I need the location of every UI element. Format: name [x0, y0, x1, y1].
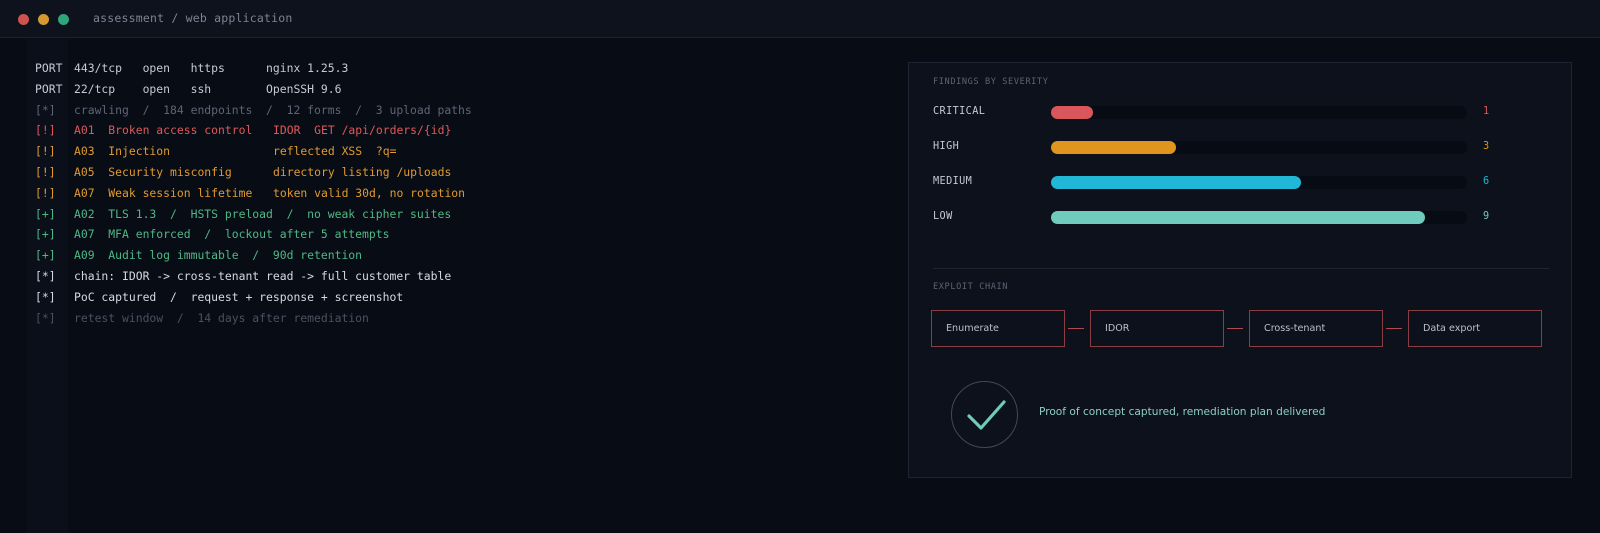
log-line-tag: [+] [35, 227, 56, 242]
severity-row-high: HIGH 3 [909, 139, 1573, 155]
log-line-text: crawling / 184 endpoints / 12 forms / 3 … [74, 102, 472, 117]
log-line-text: A07 MFA enforced / lockout after 5 attem… [74, 227, 390, 242]
window-titlebar: assessment / web application [0, 0, 1600, 38]
log-line-text: A02 TLS 1.3 / HSTS preload / no weak cip… [74, 206, 452, 221]
severity-bar-track [1051, 106, 1467, 119]
severity-name: HIGH [933, 141, 960, 152]
log-line: [+] A07 MFA enforced / lockout after 5 at… [35, 224, 875, 245]
severity-count: 6 [1483, 176, 1490, 187]
log-line-text: A07 Weak session lifetime [74, 185, 253, 200]
severity-bar-track [1051, 141, 1467, 154]
close-window-button[interactable] [18, 14, 29, 25]
log-line: [*] PoC captured / request + response + s… [35, 287, 875, 308]
severity-bar-track [1051, 176, 1467, 189]
log-line-tag: [*] [35, 102, 56, 117]
log-line-tag: [!] [35, 164, 56, 179]
log-line: [!] A01 Broken access control IDOR GET /ap… [35, 120, 875, 141]
severity-row-low: LOW 9 [909, 209, 1573, 225]
severity-bar-fill [1051, 106, 1093, 119]
severity-count: 1 [1483, 106, 1490, 117]
chain-step-cross-tenant: Cross-tenant [1249, 310, 1383, 347]
log-line: [+] A09 Audit log immutable / 90d retenti… [35, 245, 875, 266]
severity-count: 3 [1483, 141, 1490, 152]
chain-step-enumerate: Enumerate [931, 310, 1065, 347]
log-line: [+] A02 TLS 1.3 / HSTS preload / no weak … [35, 204, 875, 225]
chain-step-data-export: Data export [1408, 310, 1542, 347]
log-line-detail: directory listing /uploads [273, 164, 452, 179]
severity-name: LOW [933, 211, 953, 222]
chain-step-idor: IDOR [1090, 310, 1224, 347]
window-title: assessment / web application [93, 11, 293, 25]
log-line: [!] A07 Weak session lifetime token valid … [35, 183, 875, 204]
severity-bar-fill [1051, 211, 1426, 224]
log-line-tag: PORT [35, 81, 63, 96]
severity-bar-fill [1051, 141, 1176, 154]
log-line: PORT 22/tcp open ssh OpenSSH 9.6 [35, 79, 875, 100]
log-line-text: 22/tcp open ssh OpenSSH 9.6 [74, 81, 342, 96]
severity-row-medium: MEDIUM 6 [909, 174, 1573, 190]
minimize-window-button[interactable] [38, 14, 49, 25]
log-line-detail: reflected XSS ?q= [273, 144, 397, 159]
chain-connector [1227, 328, 1243, 329]
severity-name: CRITICAL [933, 106, 986, 117]
log-line-text: retest window / 14 days after remediatio… [74, 310, 369, 325]
chain-connector [1386, 328, 1402, 329]
log-line-tag: PORT [35, 61, 63, 75]
summary-panel: FINDINGS BY SEVERITY CRITICAL 1 HIGH 3 MEDIU… [908, 62, 1572, 478]
severity-bar-track [1051, 211, 1467, 224]
poc-status-text: Proof of concept captured, remediation p… [1039, 406, 1326, 418]
log-line-text: A01 Broken access control [74, 123, 253, 138]
log-line-tag: [!] [35, 185, 56, 200]
exploit-chain-label: EXPLOIT CHAIN [933, 282, 1009, 292]
severity-row-critical: CRITICAL 1 [909, 104, 1573, 120]
log-line-tag: [*] [35, 310, 56, 325]
log-line-tag: [+] [35, 206, 56, 221]
severity-count: 9 [1483, 211, 1490, 222]
scan-log: PORT 443/tcp open https nginx 1.25.3 PORT 2… [35, 58, 875, 328]
log-line: [*] retest window / 14 days after remedia… [35, 308, 875, 329]
chain-connector [1068, 328, 1084, 329]
log-line-tag: [!] [35, 123, 56, 138]
log-line-tag: [*] [35, 289, 56, 304]
log-line-text: A03 Injection [74, 144, 171, 159]
log-line: [!] A05 Security misconfig directory listi… [35, 162, 875, 183]
log-line: PORT 443/tcp open https nginx 1.25.3 [35, 58, 875, 79]
log-line-tag: [+] [35, 248, 56, 263]
log-line-detail: IDOR GET /api/orders/{id} [273, 123, 452, 138]
findings-section-label: FINDINGS BY SEVERITY [933, 77, 1049, 87]
log-line-text: PoC captured / request + response + scre… [74, 289, 404, 304]
log-line-text: 443/tcp open https nginx 1.25.3 [74, 61, 349, 75]
log-line-text: A09 Audit log immutable / 90d retention [74, 248, 363, 263]
log-line-text: chain: IDOR -> cross-tenant read -> full… [74, 268, 452, 283]
maximize-window-button[interactable] [58, 14, 69, 25]
check-icon [951, 381, 1018, 448]
severity-name: MEDIUM [933, 176, 973, 187]
log-line-tag: [*] [35, 268, 56, 283]
log-line-text: A05 Security misconfig [74, 164, 232, 179]
severity-bar-fill [1051, 176, 1301, 189]
log-line-tag: [!] [35, 144, 56, 159]
log-line: [!] A03 Injection reflected XSS ?q= [35, 141, 875, 162]
panel-divider [933, 268, 1549, 269]
log-line: [*] chain: IDOR -> cross-tenant read -> f… [35, 266, 875, 287]
log-line: [*] crawling / 184 endpoints / 12 forms /… [35, 100, 875, 121]
log-line-detail: token valid 30d, no rotation [273, 185, 466, 200]
